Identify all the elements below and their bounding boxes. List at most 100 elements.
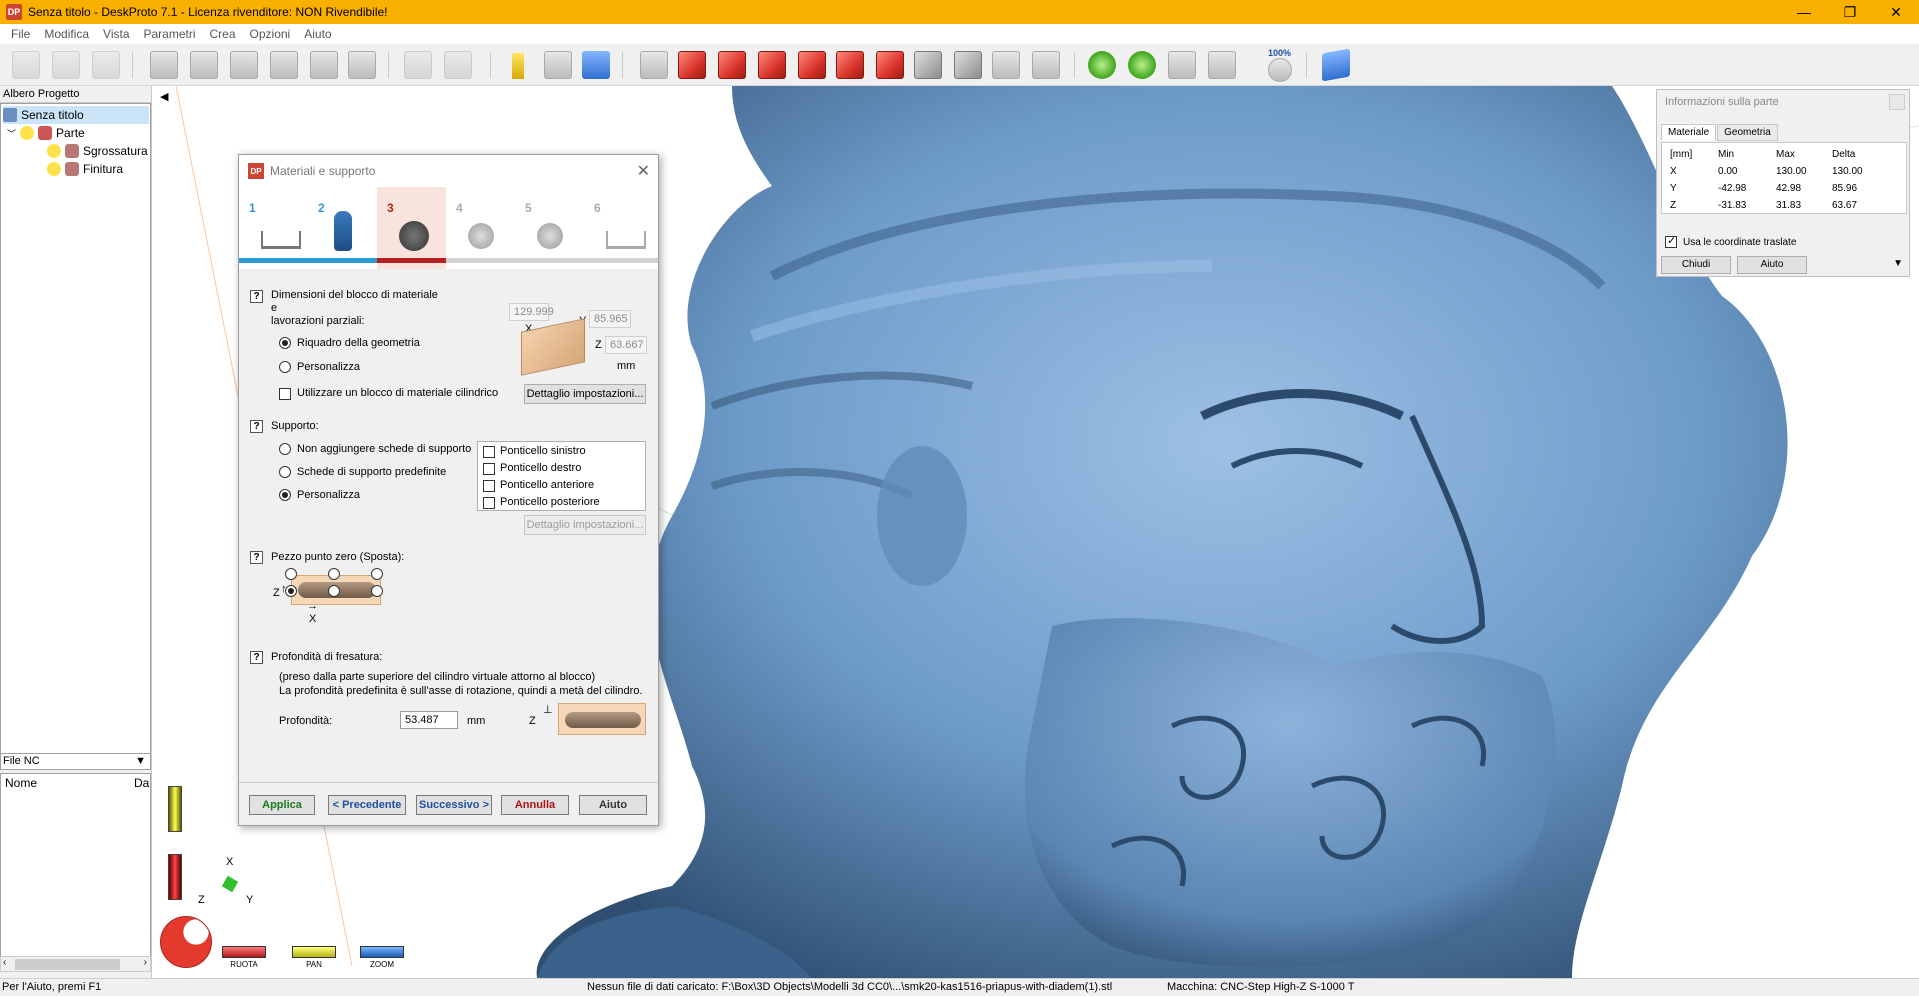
- info-icon[interactable]: [512, 53, 524, 79]
- scroll-right-icon[interactable]: ›: [144, 957, 147, 968]
- back-bridge-checkbox[interactable]: [483, 497, 495, 509]
- pan-icon[interactable]: [1128, 51, 1156, 79]
- no-support-radio[interactable]: [279, 443, 291, 455]
- support-details-button[interactable]: Dettaglio impostazioni...: [524, 515, 646, 535]
- tree-item-project[interactable]: Senza titolo: [3, 106, 149, 124]
- print-icon[interactable]: [404, 51, 432, 79]
- view-back-icon[interactable]: [798, 51, 826, 79]
- rotate-mode-button[interactable]: [222, 946, 266, 958]
- step-2[interactable]: 2: [308, 187, 377, 269]
- zero-point-mc-radio[interactable]: [328, 585, 340, 597]
- help-question-button[interactable]: ?: [250, 551, 263, 564]
- close-button[interactable]: ✕: [1873, 0, 1919, 24]
- view-right-icon[interactable]: [758, 51, 786, 79]
- panel-help-button[interactable]: Aiuto: [1737, 256, 1807, 274]
- step-3[interactable]: 3: [377, 187, 446, 269]
- column-header-name[interactable]: Nome: [5, 776, 37, 790]
- menu-vista[interactable]: Vista: [96, 27, 136, 41]
- zoom-100-icon[interactable]: [1268, 58, 1292, 82]
- maximize-button[interactable]: ❐: [1827, 0, 1873, 24]
- open-file-icon[interactable]: [52, 51, 80, 79]
- geometry-box-radio[interactable]: [279, 337, 291, 349]
- help-question-button[interactable]: ?: [250, 651, 263, 664]
- zero-point-tr-radio[interactable]: [371, 568, 383, 580]
- step-5[interactable]: 5: [515, 187, 584, 269]
- part-icon[interactable]: [190, 51, 218, 79]
- horizontal-scrollbar[interactable]: ‹ ›: [0, 956, 151, 972]
- chevron-down-icon[interactable]: ﹀: [7, 127, 16, 140]
- y-dimension-field[interactable]: 85.965: [589, 310, 631, 328]
- help-book-icon[interactable]: [1322, 48, 1350, 82]
- zero-point-tc-radio[interactable]: [328, 568, 340, 580]
- tab-material[interactable]: Materiale: [1661, 124, 1717, 141]
- menu-file[interactable]: File: [4, 27, 37, 41]
- custom-block-radio[interactable]: [279, 361, 291, 373]
- grid-icon[interactable]: [544, 51, 572, 79]
- lightbulb-icon[interactable]: [47, 144, 61, 158]
- menu-modifica[interactable]: Modifica: [37, 27, 96, 41]
- nc-file-select[interactable]: File NC ▼: [0, 753, 151, 770]
- left-bridge-checkbox[interactable]: [483, 446, 495, 458]
- tool-icon[interactable]: [270, 51, 298, 79]
- camera-icon[interactable]: [640, 51, 668, 79]
- menu-aiuto[interactable]: Aiuto: [297, 27, 338, 41]
- tree-item-part[interactable]: ﹀ Parte: [7, 124, 85, 142]
- custom-support-radio[interactable]: [279, 489, 291, 501]
- zero-point-ml-radio[interactable]: [285, 585, 297, 597]
- scroll-left-icon[interactable]: ‹: [3, 957, 6, 968]
- z-dimension-field[interactable]: 63.667: [605, 336, 647, 354]
- camera-red-icon[interactable]: [992, 51, 1020, 79]
- right-bridge-checkbox[interactable]: [483, 463, 495, 475]
- panel-close-button[interactable]: Chiudi: [1661, 256, 1731, 274]
- zero-point-tl-radio[interactable]: [285, 568, 297, 580]
- panel-close-icon[interactable]: [1889, 94, 1905, 110]
- menu-opzioni[interactable]: Opzioni: [243, 27, 298, 41]
- next-button[interactable]: Successivo >: [416, 795, 492, 815]
- view-left-icon[interactable]: [836, 51, 864, 79]
- front-bridge-checkbox[interactable]: [483, 480, 495, 492]
- step-4[interactable]: 4: [446, 187, 515, 269]
- help-question-button[interactable]: ?: [250, 420, 263, 433]
- lightbulb-icon[interactable]: [47, 162, 61, 176]
- depth-input[interactable]: 53.487: [400, 711, 458, 729]
- zoom-in-icon[interactable]: [1168, 51, 1196, 79]
- project-icon[interactable]: [150, 51, 178, 79]
- view-iso-icon[interactable]: [914, 51, 942, 79]
- save-nc-icon[interactable]: [348, 51, 376, 79]
- document-icon[interactable]: [310, 51, 338, 79]
- translated-coords-checkbox[interactable]: [1665, 234, 1677, 248]
- view-top-icon[interactable]: [678, 51, 706, 79]
- tab-geometry[interactable]: Geometria: [1717, 124, 1778, 141]
- step-6[interactable]: 6: [584, 187, 658, 269]
- column-header-date[interactable]: Da: [134, 776, 149, 790]
- help-button[interactable]: Aiuto: [579, 795, 647, 815]
- window-view-icon[interactable]: [582, 51, 610, 79]
- tree-item-roughing[interactable]: Sgrossatura: [47, 142, 148, 160]
- view-bottom-icon[interactable]: [876, 51, 904, 79]
- chevron-down-icon[interactable]: ▼: [1893, 258, 1903, 269]
- scroll-thumb[interactable]: [15, 959, 120, 970]
- save-file-icon[interactable]: [92, 51, 120, 79]
- step-1[interactable]: 1: [239, 187, 308, 269]
- preview-icon[interactable]: [444, 51, 472, 79]
- zoom-window-icon[interactable]: [1208, 51, 1236, 79]
- tree-item-finishing[interactable]: Finitura: [47, 160, 123, 178]
- close-icon[interactable]: ✕: [637, 161, 650, 181]
- apply-button[interactable]: Applica: [249, 795, 315, 815]
- new-file-icon[interactable]: [12, 51, 40, 79]
- x-dimension-field[interactable]: 129.999: [509, 303, 554, 321]
- predefined-support-radio[interactable]: [279, 466, 291, 478]
- rotate-dial[interactable]: [160, 916, 212, 968]
- camera-gray-icon[interactable]: [1032, 51, 1060, 79]
- cylindrical-block-checkbox[interactable]: [279, 388, 291, 400]
- view-iso2-icon[interactable]: [954, 51, 982, 79]
- minimize-button[interactable]: —: [1781, 0, 1827, 24]
- zero-point-mr-radio[interactable]: [371, 585, 383, 597]
- zoom-mode-button[interactable]: [360, 946, 404, 958]
- operation-icon[interactable]: [230, 51, 258, 79]
- previous-button[interactable]: < Precedente: [328, 795, 406, 815]
- rotate-icon[interactable]: [1088, 51, 1116, 79]
- lightbulb-icon[interactable]: [20, 126, 35, 140]
- cancel-button[interactable]: Annulla: [501, 795, 569, 815]
- help-question-button[interactable]: ?: [250, 290, 263, 303]
